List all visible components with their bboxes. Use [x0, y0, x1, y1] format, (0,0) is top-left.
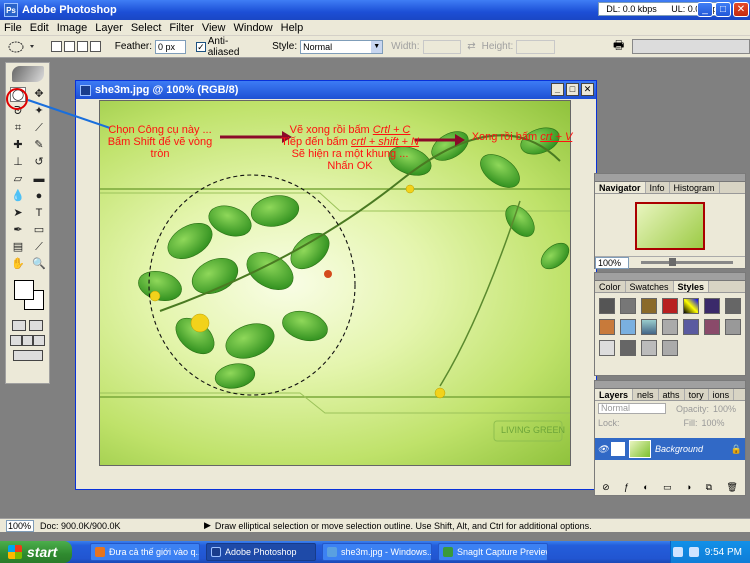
step1-line3: tròn [150, 148, 170, 160]
annotation-arrows [27, 99, 465, 146]
annotation-step3: Xong rồi bấm crt + V [471, 131, 573, 143]
step2-line1: Vẽ xong rồi bấm Crtl + C [289, 124, 411, 136]
step2-line3: Sẽ hiện ra một khung ... [291, 148, 409, 160]
step1-line1: Chọn Công cụ này ... [108, 124, 212, 136]
step2-line4: Nhấn OK [327, 160, 373, 172]
annotation-step1: Chọn Công cụ này ... Bấm Shift để vẽ vòn… [100, 124, 220, 160]
step1-line2: Bấm Shift để vẽ vòng [107, 136, 213, 148]
step2-line2: Tiếp đến bấm crtl + shift + N [281, 136, 419, 148]
annotation-step2: Vẽ xong rồi bấm Crtl + C Tiếp đến bấm cr… [270, 124, 430, 172]
